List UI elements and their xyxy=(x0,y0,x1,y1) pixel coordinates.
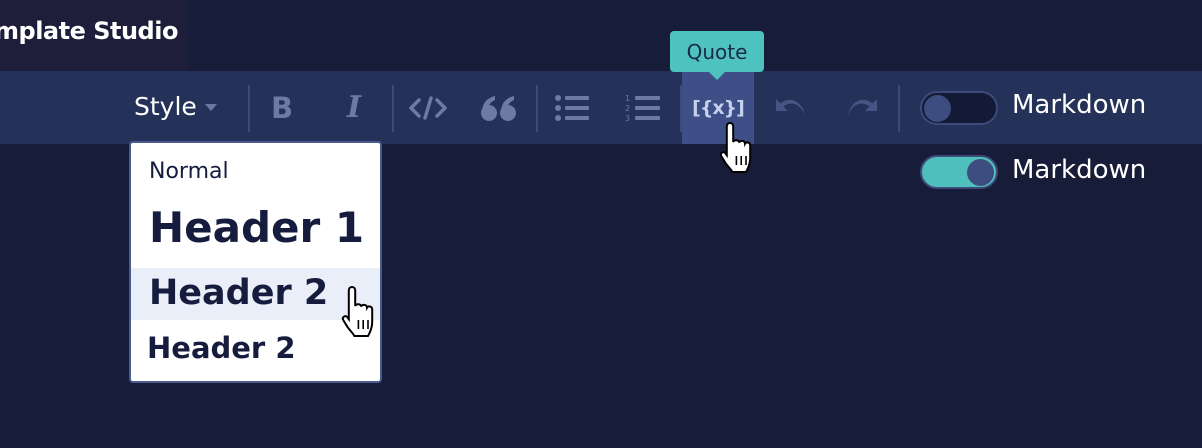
style-dropdown-menu: Normal Header 1 Header 2 Header 2 xyxy=(129,141,382,383)
italic-button[interactable]: I xyxy=(323,71,385,144)
redo-icon xyxy=(848,98,877,115)
italic-icon: I xyxy=(346,90,362,125)
quote-icon xyxy=(481,95,516,121)
toggle-knob xyxy=(924,95,951,122)
svg-text:1: 1 xyxy=(625,94,630,103)
hand-cursor-icon xyxy=(341,285,374,337)
toolbar-divider xyxy=(248,85,250,132)
hand-cursor-icon xyxy=(719,121,752,173)
numbered-list-button[interactable]: 1 2 3 xyxy=(612,71,674,144)
markdown-toggle-label: Markdown xyxy=(1012,90,1147,120)
app-title: mplate Studio xyxy=(0,17,178,45)
style-option-normal[interactable]: Normal xyxy=(131,159,380,193)
editor-stage: mplate Studio Style B I 1 2 3 [{x}] Mark… xyxy=(0,0,1202,448)
svg-text:3: 3 xyxy=(625,114,630,123)
toggle-knob xyxy=(967,159,994,186)
editor-toolbar: Style B I 1 2 3 [{x}] Markdown xyxy=(0,71,1202,144)
style-dropdown-label: Style xyxy=(134,91,197,121)
undo-button[interactable] xyxy=(760,71,822,144)
toolbar-divider xyxy=(536,85,538,132)
bulleted-list-button[interactable] xyxy=(541,71,603,144)
markdown-toggle-on-state[interactable] xyxy=(920,155,998,189)
markdown-toggle[interactable] xyxy=(920,91,998,125)
bulleted-list-icon xyxy=(555,94,589,121)
markdown-toggle-on-label: Markdown xyxy=(1012,155,1147,185)
caret-down-icon xyxy=(204,103,217,111)
quote-tooltip: Quote xyxy=(670,31,764,80)
toolbar-divider xyxy=(392,85,394,132)
style-dropdown[interactable]: Style xyxy=(134,90,217,122)
code-icon xyxy=(409,95,447,120)
bold-button[interactable]: B xyxy=(251,71,313,144)
redo-button[interactable] xyxy=(831,71,893,144)
toolbar-divider xyxy=(898,85,900,132)
undo-icon xyxy=(776,98,805,115)
code-button[interactable] xyxy=(397,71,459,144)
numbered-list-icon: 1 2 3 xyxy=(625,94,660,123)
svg-text:2: 2 xyxy=(625,104,630,113)
app-title-bar: mplate Studio xyxy=(0,0,188,70)
bold-icon: B xyxy=(270,90,294,125)
style-option-header-1[interactable]: Header 1 xyxy=(131,203,380,263)
quote-button[interactable] xyxy=(468,71,530,144)
variable-icon: [{x}] xyxy=(692,96,745,119)
